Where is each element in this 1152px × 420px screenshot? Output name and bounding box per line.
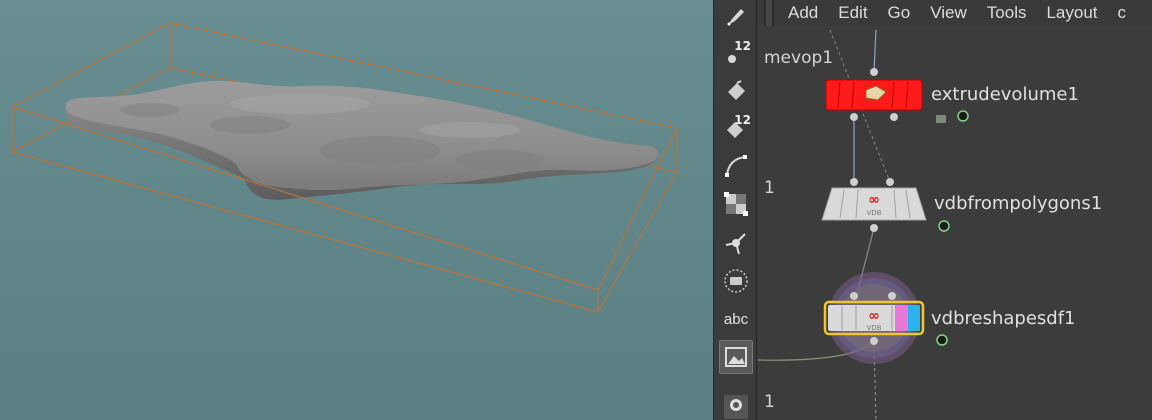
network-path-label: mevop1: [764, 48, 834, 68]
clock-icon: [938, 220, 950, 232]
menu-add[interactable]: Add: [788, 3, 818, 23]
menu-go[interactable]: Go: [888, 3, 911, 23]
edge-number: 1: [764, 178, 775, 198]
menu-edit[interactable]: Edit: [838, 3, 867, 23]
point-count-icon[interactable]: 12: [719, 37, 753, 71]
clock-icon: [957, 110, 969, 122]
image-icon[interactable]: [719, 340, 753, 374]
pane-drag-handle[interactable]: [764, 0, 774, 26]
text-icon[interactable]: abc: [719, 302, 753, 336]
node-vdbfrompolygons1[interactable]: ∞ VDB: [821, 178, 950, 232]
tool-badge: 12: [734, 39, 751, 53]
lock-icon: [936, 115, 946, 123]
circle-select-icon[interactable]: [719, 264, 753, 298]
network-editor[interactable]: ∞ VDB ∞ VDB Add Edit Go View Tools Layou…: [758, 0, 1152, 420]
menu-overflow[interactable]: c: [1118, 3, 1127, 23]
node-label-vdbfrompolygons1[interactable]: vdbfrompolygons1: [934, 193, 1102, 214]
paint-bucket-icon[interactable]: [719, 74, 753, 108]
scene-viewport[interactable]: [0, 0, 713, 420]
node-label-extrudevolume1[interactable]: extrudevolume1: [931, 84, 1079, 105]
clock-icon: [936, 334, 948, 346]
pen-icon[interactable]: [719, 0, 753, 34]
menu-tools[interactable]: Tools: [987, 3, 1027, 23]
attribute-paint-icon[interactable]: 12: [719, 111, 753, 145]
node-label-vdbreshapesdf1[interactable]: vdbreshapesdf1: [931, 308, 1076, 329]
pin-icon[interactable]: [719, 390, 753, 420]
menu-view[interactable]: View: [930, 3, 967, 23]
curve-icon[interactable]: [719, 149, 753, 183]
network-menubar: Add Edit Go View Tools Layout c: [758, 0, 1152, 26]
edge-number: 1: [764, 392, 775, 412]
menu-layout[interactable]: Layout: [1046, 3, 1097, 23]
node-vdbreshapesdf1[interactable]: ∞ VDB: [823, 272, 948, 364]
vdb-icon: ∞: [868, 308, 880, 324]
tool-badge: 12: [734, 113, 751, 127]
svg-text:VDB: VDB: [867, 209, 882, 217]
tool-shelf: 12 12 abc: [713, 0, 757, 420]
svg-text:VDB: VDB: [867, 324, 882, 332]
transform-handle-icon[interactable]: [719, 226, 753, 260]
vdb-icon: ∞: [868, 192, 880, 208]
viewport-canvas[interactable]: [0, 0, 713, 420]
text-tool-label: abc: [723, 310, 749, 328]
checker-icon[interactable]: [719, 187, 753, 221]
